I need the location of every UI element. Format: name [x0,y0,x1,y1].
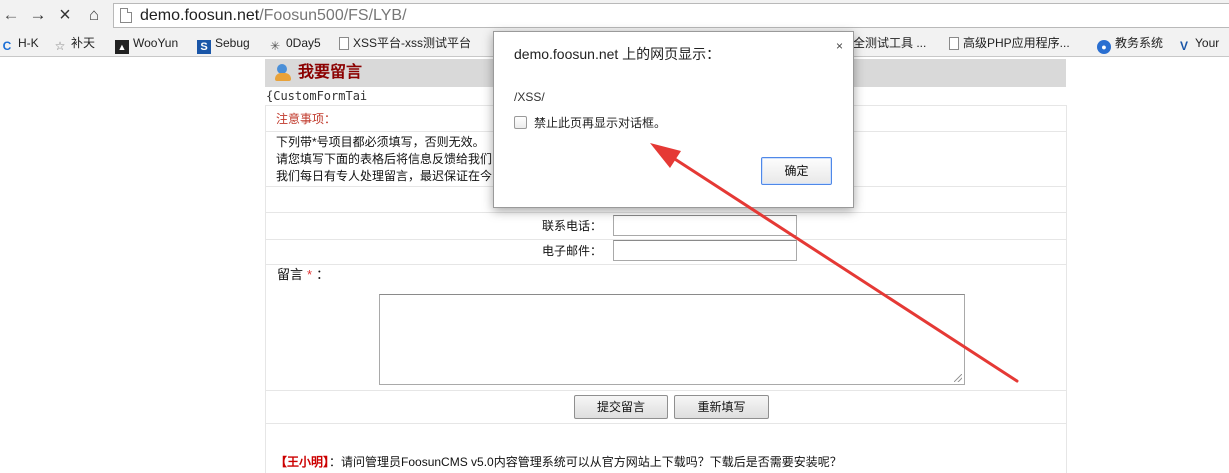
template-placeholder-text: {CustomFormTai [266,89,368,103]
divider [266,423,1066,424]
message-label: 留言 *： [277,267,330,282]
address-bar[interactable]: demo.foosun.net/Foosun500/FS/LYB/ [113,3,1229,28]
email-input[interactable] [613,240,797,261]
url-text: demo.foosun.net/Foosun500/FS/LYB/ [140,7,407,24]
stop-icon[interactable]: × [54,4,76,26]
alert-dialog: demo.foosun.net 上的网页显示： × /XSS/ 禁止此页再显示对… [493,31,854,208]
bookmark-your[interactable]: V Your [1177,35,1219,53]
wooyun-icon: ▲ [115,40,129,54]
bookmark-0day5[interactable]: ✳ 0Day5 [268,35,321,53]
star-icon: ☆ [54,39,66,53]
notice-line: 我们每日有专人处理留言，最迟保证在今 [276,169,493,183]
email-label: 电子邮件： [541,244,602,258]
suppress-dialogs-label[interactable]: 禁止此页再显示对话框。 [534,116,666,130]
phone-label: 联系电话： [541,219,602,233]
submit-button[interactable]: 提交留言 [574,395,668,419]
dialog-title: demo.foosun.net 上的网页显示： [514,46,721,62]
s-logo-icon: S [197,40,211,54]
notice-line: 下列带*号项目都必须填写，否则无效。 [276,135,485,149]
divider [266,390,1066,391]
dialog-message: /XSS/ [514,90,545,104]
c-logo-icon: C [2,39,12,53]
bookmark-security-tools[interactable]: 全测试工具 ... [853,35,926,52]
page-icon [339,37,349,50]
page-title: 我要留言 [298,64,363,81]
home-icon[interactable]: ⌂ [83,4,105,26]
comment-entry: 【王小明】：请问管理员FoosunCMS v5.0内容管理系统可以从官方网站上下… [275,454,842,470]
message-textarea[interactable] [379,294,965,385]
notice-line: 请您填写下面的表格后将信息反馈给我们 [276,152,493,166]
ok-button[interactable]: 确定 [761,157,832,185]
suppress-dialogs-checkbox[interactable] [514,116,527,129]
bookmark-butian[interactable]: ☆ 补天 [53,35,95,53]
required-mark: * [307,267,313,282]
resize-grip-icon[interactable] [954,374,962,382]
phone-input[interactable] [613,215,797,236]
page-icon [949,37,959,50]
close-icon[interactable]: × [836,40,843,52]
back-arrow-icon[interactable]: ← [0,4,22,26]
bookmark-jiaowu[interactable]: ● 教务系统 [1097,35,1163,54]
bookmark-xss-platform[interactable]: XSS平台-xss测试平台 [339,35,471,52]
bookmark-sebug[interactable]: S Sebug [197,35,250,54]
bookmark-wooyun[interactable]: ▲ WooYun [115,35,178,54]
comment-text: ：请问管理员FoosunCMS v5.0内容管理系统可以从官方网站上下载吗？下载… [329,455,842,469]
browser-toolbar: ← → × ⌂ demo.foosun.net/Foosun500/FS/LYB… [0,0,1229,30]
v-logo-icon: V [1179,39,1188,53]
page-icon [120,8,132,23]
notice-heading: 注意事项： [276,112,337,126]
reset-button[interactable]: 重新填写 [674,395,769,419]
spark-icon: ✳ [269,39,281,53]
divider [266,264,1066,265]
bookmark-hk[interactable]: C H-K [0,35,39,53]
comment-author: 【王小明】 [275,455,330,469]
divider [266,212,1066,213]
globe-icon: ● [1097,40,1111,54]
user-icon [275,64,291,82]
bookmark-php-apps[interactable]: 高级PHP应用程序... [949,35,1070,52]
forward-arrow-icon[interactable]: → [27,4,49,26]
